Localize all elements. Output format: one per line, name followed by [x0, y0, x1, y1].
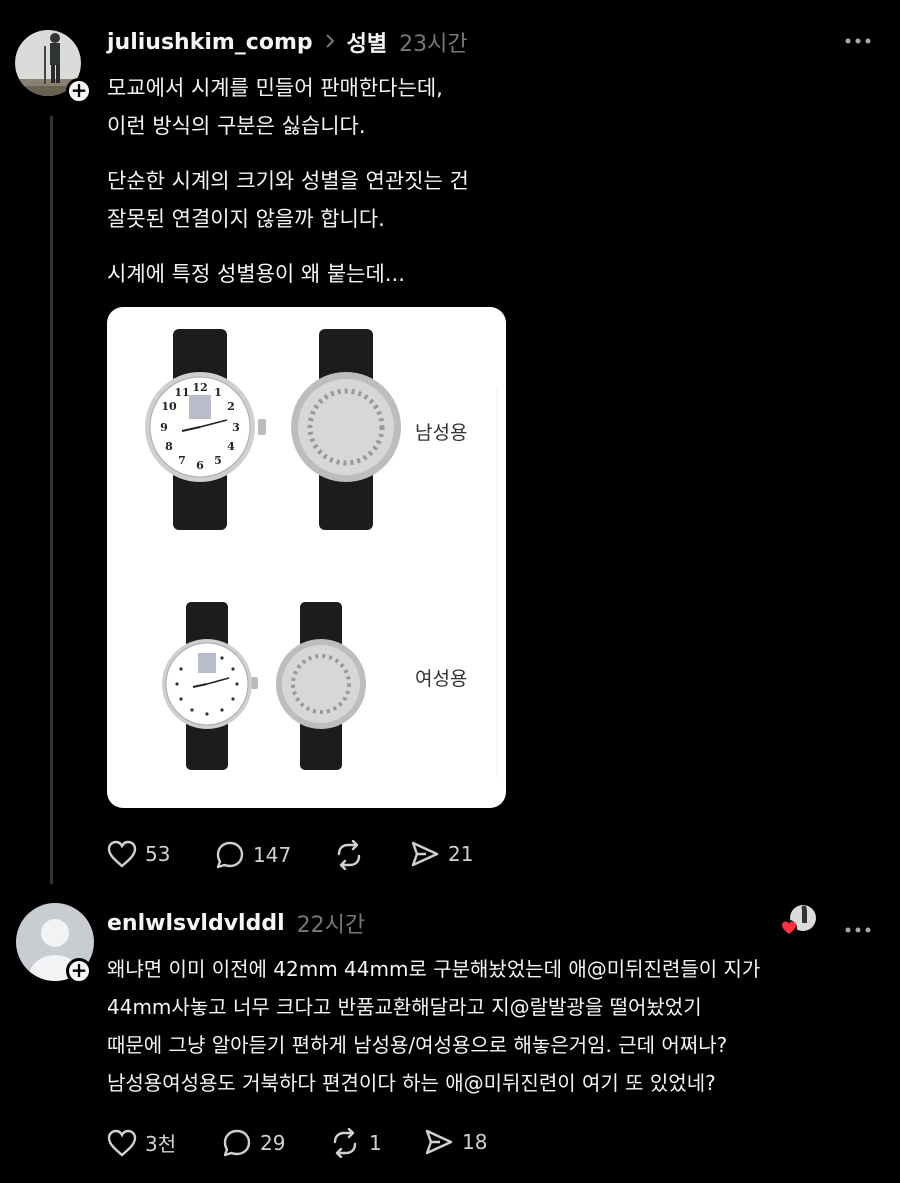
post-header: juliushkim_comp 성별 23시간 — [107, 26, 468, 58]
comment-count: 29 — [260, 1131, 286, 1155]
reply-text-line: 44mm사놓고 너무 크다고 반품교환해달라고 지@랄발광을 떨어놨었기 — [107, 995, 702, 1019]
label-men: 남성용 — [415, 422, 467, 444]
dial-number: 7 — [178, 454, 186, 467]
heart-icon — [107, 1129, 137, 1157]
dial-number: 9 — [160, 421, 168, 434]
label-women: 여성용 — [415, 668, 467, 690]
post-text-line: 이런 방식의 구분은 싫습니다. — [107, 114, 366, 138]
follow-plus-icon[interactable]: + — [66, 78, 92, 104]
post-text-line: 모교에서 시계를 민들어 판매한다는데, — [107, 76, 443, 100]
watch-back-small-icon — [276, 602, 366, 770]
repost-button[interactable]: 1 — [329, 1128, 382, 1158]
dial-number: 1 — [214, 386, 222, 399]
watch-front-small-icon — [162, 602, 258, 770]
dial-number: 12 — [192, 381, 207, 394]
repost-icon — [337, 840, 361, 870]
repost-button[interactable] — [333, 840, 373, 870]
dial-number: 6 — [196, 459, 204, 472]
author-liked-avatar — [778, 903, 820, 937]
post-text-line: 시계에 특정 성별용이 왜 붙는데... — [107, 262, 405, 286]
comment-bubble-icon — [216, 841, 244, 869]
post-text-line: 단순한 시계의 크기와 성별을 연관짓는 건 — [107, 169, 469, 193]
comment-count: 147 — [253, 843, 292, 867]
follow-plus-icon[interactable]: + — [66, 958, 92, 984]
reply-header: enlwlsvldvlddl 22시간 — [107, 907, 365, 939]
dial-number: 2 — [227, 400, 235, 413]
share-count: 18 — [462, 1130, 488, 1154]
reply-text-line: 남성용여성용도 거북하다 편견이다 하는 애@미뒤진련이 여기 또 있었네? — [107, 1071, 716, 1095]
topic-tag[interactable]: 성별 — [347, 26, 387, 58]
reply-text-line: 때문에 그냥 알아듣기 편하게 남성용/여성용으로 해놓은거임. 근데 어쩌나? — [107, 1033, 728, 1057]
dial-number: 11 — [174, 386, 189, 399]
repost-count: 1 — [369, 1131, 382, 1155]
dial-number: 10 — [161, 400, 177, 413]
post-text-line: 잘못된 연결이지 않을까 합니다. — [107, 207, 385, 231]
watch-back-large-icon — [291, 329, 401, 530]
author-username[interactable]: juliushkim_comp — [107, 30, 313, 55]
reply-username[interactable]: enlwlsvldvlddl — [107, 911, 285, 936]
heart-icon — [107, 840, 137, 868]
reply-time: 22시간 — [296, 913, 366, 938]
comment-button[interactable]: 29 — [222, 1128, 285, 1158]
comment-button[interactable]: 147 — [215, 840, 291, 870]
repost-icon — [333, 1128, 357, 1158]
like-count: 53 — [145, 842, 171, 866]
post-image[interactable]: 12 1 2 3 4 5 6 7 8 9 10 11 남성용 여성용 — [107, 307, 506, 808]
like-count: 3천 — [145, 1132, 177, 1156]
dial-number: 3 — [232, 421, 240, 434]
share-count: 21 — [448, 842, 474, 866]
send-icon — [411, 841, 439, 867]
dial-number: 8 — [165, 440, 173, 453]
dial-number: 4 — [227, 440, 235, 453]
post-time: 23시간 — [399, 32, 468, 57]
more-horizontal-icon[interactable] — [844, 915, 872, 940]
watch-front-large-icon: 12 1 2 3 4 5 6 7 8 9 10 11 — [145, 329, 266, 530]
like-button[interactable]: 53 — [107, 840, 170, 868]
chevron-right-icon — [325, 32, 335, 53]
like-button[interactable]: 3천 — [107, 1128, 176, 1157]
thread-line — [50, 116, 53, 884]
share-button[interactable]: 21 — [410, 840, 473, 868]
comment-bubble-icon — [223, 1129, 251, 1157]
share-button[interactable]: 18 — [424, 1128, 487, 1156]
send-icon — [425, 1129, 453, 1155]
reply-text-line: 왜냐면 이미 이전에 42mm 44mm로 구분해놨었는데 애@미뒤진련들이 지… — [107, 957, 761, 981]
dial-number: 5 — [214, 454, 222, 467]
more-horizontal-icon[interactable] — [844, 26, 872, 51]
